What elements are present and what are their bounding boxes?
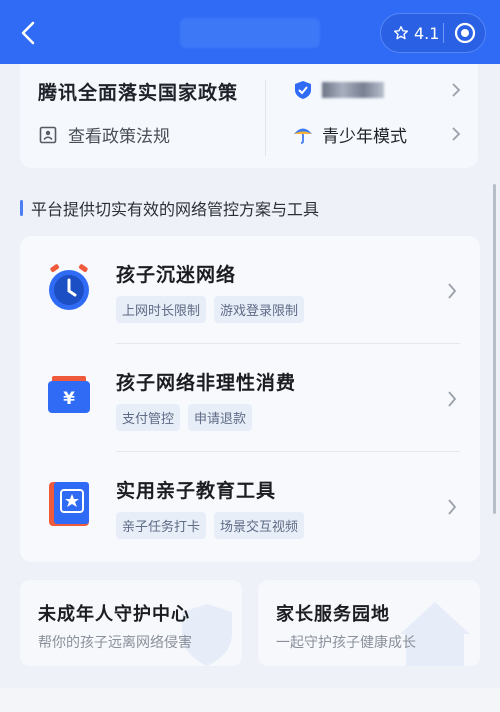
policy-laws-link[interactable]: 查看政策法规 bbox=[38, 122, 170, 147]
policy-laws-label: 查看政策法规 bbox=[68, 127, 170, 147]
card-title: 家长服务园地 bbox=[276, 604, 390, 625]
card-subtitle: 一起守护孩子健康成长 bbox=[276, 635, 416, 651]
chevron-right-icon bbox=[452, 127, 461, 141]
chevron-right-icon bbox=[448, 499, 457, 515]
chevron-right-icon bbox=[448, 391, 457, 407]
card-subtitle: 帮你的孩子远离网络侵害 bbox=[38, 635, 192, 651]
parent-service-card[interactable]: 家长服务园地 一起守护孩子健康成长 bbox=[258, 580, 480, 666]
redacted-label bbox=[322, 82, 384, 98]
card-title: 未成年人守护中心 bbox=[38, 604, 190, 625]
tag[interactable]: 游戏登录限制 bbox=[214, 296, 305, 323]
shield-icon bbox=[295, 81, 311, 99]
star-icon bbox=[394, 26, 408, 40]
scrollbar[interactable] bbox=[493, 184, 496, 514]
tag-group: 上网时长限制 游戏登录限制 bbox=[116, 296, 305, 323]
target-icon bbox=[454, 22, 475, 44]
policy-title: 腾讯全面落实国家政策 bbox=[38, 82, 239, 104]
wallet-yuan-icon: ¥ bbox=[48, 376, 90, 413]
tag[interactable]: 场景交互视频 bbox=[214, 512, 305, 539]
teen-mode-label: 青少年模式 bbox=[322, 126, 407, 147]
solutions-card: 孩子沉迷网络 上网时长限制 游戏登录限制 ¥ 孩子网络非理性消费 支付管控 申请… bbox=[20, 236, 480, 562]
rating-value: 4.1 bbox=[414, 23, 440, 43]
stopwatch-icon bbox=[49, 264, 89, 310]
next-section-edge bbox=[0, 688, 500, 712]
teen-mode-link[interactable]: 青少年模式 bbox=[292, 120, 462, 148]
back-button[interactable] bbox=[14, 18, 44, 48]
page-title-redacted bbox=[180, 18, 320, 48]
house-deco-icon bbox=[400, 602, 470, 666]
tag-group: 亲子任务打卡 场景交互视频 bbox=[116, 512, 305, 539]
section-accent-bar bbox=[20, 200, 23, 216]
list-item-title: 实用亲子教育工具 bbox=[116, 480, 277, 502]
svg-text:¥: ¥ bbox=[63, 389, 75, 409]
minor-protection-center-card[interactable]: 未成年人守护中心 帮你的孩子远离网络侵害 bbox=[20, 580, 242, 666]
section-header: 平台提供切实有效的网络管控方案与工具 bbox=[20, 196, 319, 220]
rating-button[interactable]: 4.1 bbox=[381, 24, 443, 43]
portrait-frame-icon bbox=[39, 126, 57, 143]
policy-card: 腾讯全面落实国家政策 查看政策法规 青少年模式 bbox=[20, 64, 478, 168]
content-scroll[interactable]: 腾讯全面落实国家政策 查看政策法规 青少年模式 平台提供切实有效的网络管控方案与… bbox=[0, 64, 500, 712]
chevron-right-icon bbox=[448, 283, 457, 299]
top-bar: 4.1 bbox=[0, 0, 500, 64]
tag[interactable]: 上网时长限制 bbox=[116, 296, 207, 323]
tag[interactable]: 亲子任务打卡 bbox=[116, 512, 207, 539]
list-item-title: 孩子沉迷网络 bbox=[116, 264, 237, 286]
tag[interactable]: 申请退款 bbox=[188, 404, 253, 431]
umbrella-icon bbox=[294, 128, 312, 144]
redacted-link[interactable] bbox=[292, 76, 462, 104]
section-title: 平台提供切实有效的网络管控方案与工具 bbox=[31, 200, 320, 219]
tag-group: 支付管控 申请退款 bbox=[116, 404, 253, 431]
list-item-internet-addiction[interactable]: 孩子沉迷网络 上网时长限制 游戏登录限制 bbox=[20, 236, 480, 344]
list-item-irrational-spending[interactable]: ¥ 孩子网络非理性消费 支付管控 申请退款 bbox=[20, 344, 480, 452]
chevron-left-icon bbox=[21, 21, 35, 45]
tag[interactable]: 支付管控 bbox=[116, 404, 181, 431]
list-item-parenting-tools[interactable]: 实用亲子教育工具 亲子任务打卡 场景交互视频 bbox=[20, 452, 480, 560]
chevron-right-icon bbox=[452, 83, 461, 97]
policy-divider bbox=[265, 80, 266, 156]
book-star-icon bbox=[49, 482, 89, 526]
close-target-button[interactable] bbox=[444, 22, 485, 44]
mini-program-capsule: 4.1 bbox=[380, 13, 486, 53]
list-item-title: 孩子网络非理性消费 bbox=[116, 372, 297, 394]
